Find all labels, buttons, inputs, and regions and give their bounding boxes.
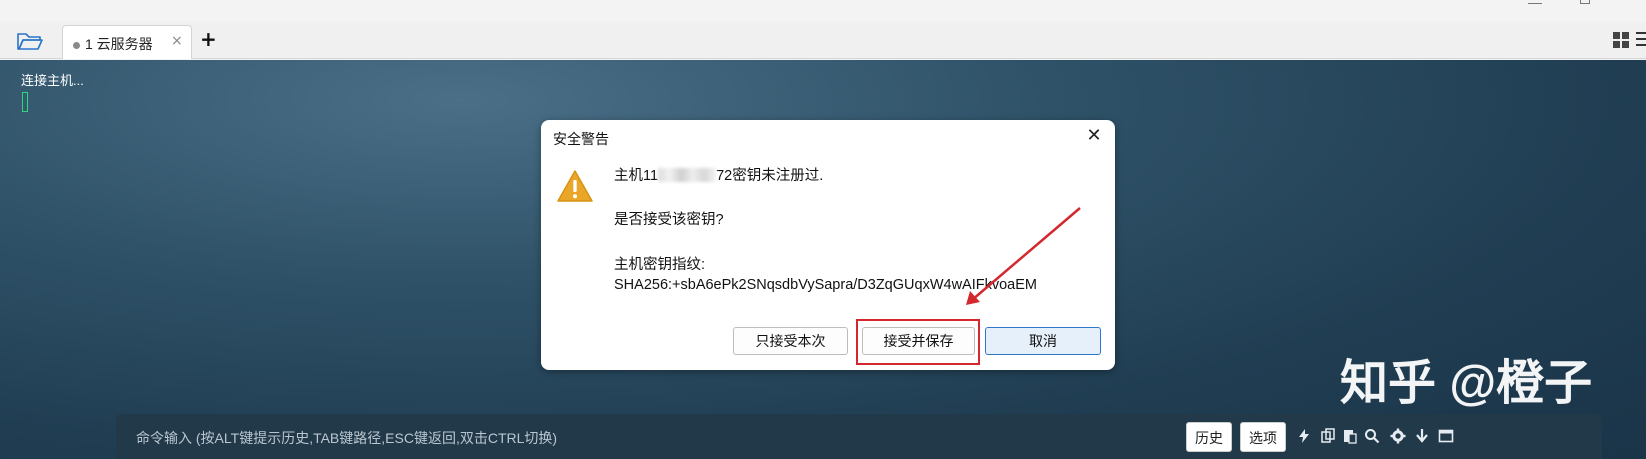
- add-tab-button[interactable]: +: [200, 27, 217, 51]
- window-titlebar: [0, 0, 1646, 22]
- dialog-close-icon[interactable]: ✕: [1081, 123, 1107, 149]
- menu-icon[interactable]: [1636, 32, 1646, 48]
- download-icon[interactable]: [1414, 428, 1430, 444]
- options-button[interactable]: 选项: [1240, 422, 1286, 452]
- cancel-button[interactable]: 取消: [985, 327, 1101, 355]
- fingerprint-value: SHA256:+sbA6ePk2SNqsdbVySapra/D3ZqGUqxW4…: [614, 277, 1037, 293]
- gear-icon[interactable]: [1390, 428, 1406, 444]
- watermark: 知乎 @橙子: [1340, 357, 1593, 410]
- security-warning-dialog: 安全警告 ✕ 主机11 72密钥未注册过. 是否接受该密钥? 主机密钥指纹: SH…: [541, 120, 1115, 370]
- paste-icon[interactable]: [1342, 428, 1358, 444]
- accept-once-button[interactable]: 只接受本次: [733, 327, 848, 355]
- grid-icon[interactable]: [1612, 31, 1630, 49]
- maximize-button[interactable]: [1580, 0, 1590, 4]
- dialog-question: 是否接受该密钥?: [614, 212, 724, 228]
- terminal-status-line: 连接主机...: [21, 73, 84, 88]
- message-prefix: 主机11: [614, 168, 659, 184]
- command-bar: 命令输入 (按ALT键提示历史,TAB键路径,ESC键返回,双击CTRL切换) …: [116, 414, 1602, 459]
- command-input[interactable]: 命令输入 (按ALT键提示历史,TAB键路径,ESC键返回,双击CTRL切换): [136, 428, 557, 448]
- history-button[interactable]: 历史: [1186, 422, 1232, 452]
- minimize-button[interactable]: [1528, 0, 1542, 4]
- search-icon[interactable]: [1364, 428, 1380, 444]
- dialog-message: 主机11 72密钥未注册过.: [614, 164, 823, 185]
- warning-icon: [556, 169, 594, 203]
- dialog-title: 安全警告: [553, 131, 609, 147]
- window-icon[interactable]: [1438, 428, 1454, 444]
- tab-label: 1 云服务器: [85, 36, 153, 52]
- tab-cloud-server[interactable]: 1 云服务器 ×: [62, 25, 192, 59]
- annotation-highlight-box: [856, 319, 980, 365]
- tab-status-dot: [73, 42, 80, 49]
- tab-bar: 1 云服务器 × +: [0, 22, 1646, 59]
- tab-close-icon[interactable]: ×: [171, 33, 183, 49]
- folder-icon[interactable]: [16, 30, 44, 52]
- copy-icon[interactable]: [1320, 428, 1336, 444]
- redacted-host: [658, 168, 717, 182]
- lightning-icon[interactable]: [1296, 428, 1312, 444]
- terminal-cursor: [22, 92, 28, 112]
- fingerprint-label: 主机密钥指纹:: [614, 257, 706, 273]
- message-suffix: 72密钥未注册过.: [716, 168, 824, 184]
